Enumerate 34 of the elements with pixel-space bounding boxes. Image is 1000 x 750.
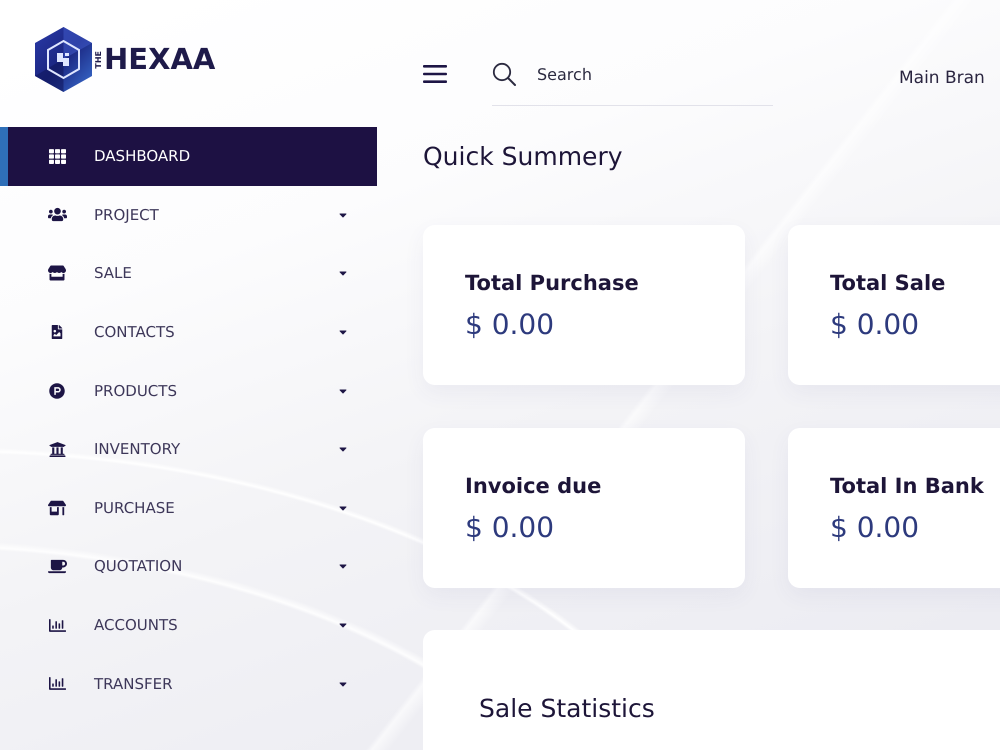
statistics-title: Sale Statistics [479, 693, 655, 725]
sidebar-item[interactable]: INVENTORY [0, 420, 377, 479]
card-title: Total Sale [830, 270, 946, 296]
card-title: Invoice due [465, 473, 602, 499]
store-icon [48, 264, 66, 282]
bar-chart-icon [48, 616, 66, 634]
bank-icon [48, 440, 66, 458]
search-icon [492, 62, 516, 86]
sidebar-item[interactable]: CONTACTS [0, 302, 377, 362]
card-value: $ 0.00 [465, 511, 554, 544]
logo-small-text: THE [94, 50, 103, 68]
card-value: $ 0.00 [830, 308, 920, 341]
hexagon-logo-icon [35, 27, 92, 92]
page-title: Quick Summery [423, 142, 623, 172]
search-field[interactable]: Search [492, 46, 773, 106]
sidebar-item[interactable]: PURCHASE [0, 478, 377, 538]
branch-selector[interactable]: Main Bran [899, 68, 985, 88]
sidebar-item[interactable]: QUOTATION [0, 537, 377, 596]
sidebar-item[interactable]: PROJECT [0, 186, 377, 244]
card-value: $ 0.00 [830, 511, 920, 544]
card-title: Total In Bank [830, 473, 984, 499]
sidebar-item[interactable]: ACCOUNTS [0, 596, 377, 654]
card-value: $ 0.00 [465, 308, 554, 341]
store-icon [48, 498, 66, 517]
grid-icon [48, 148, 66, 165]
sidebar-item[interactable]: SALE [0, 244, 377, 303]
sidebar-item[interactable]: TRANSFER [0, 654, 377, 713]
card-title: Total Purchase [465, 270, 639, 296]
file-image-icon [50, 325, 64, 340]
sidebar-item[interactable]: PRODUCTS [0, 361, 377, 420]
logo-text: HEXAA [104, 43, 216, 76]
menu-icon[interactable] [423, 64, 447, 84]
sidebar-item[interactable]: DASHBOARD [0, 127, 377, 186]
bar-chart-icon [48, 675, 66, 692]
